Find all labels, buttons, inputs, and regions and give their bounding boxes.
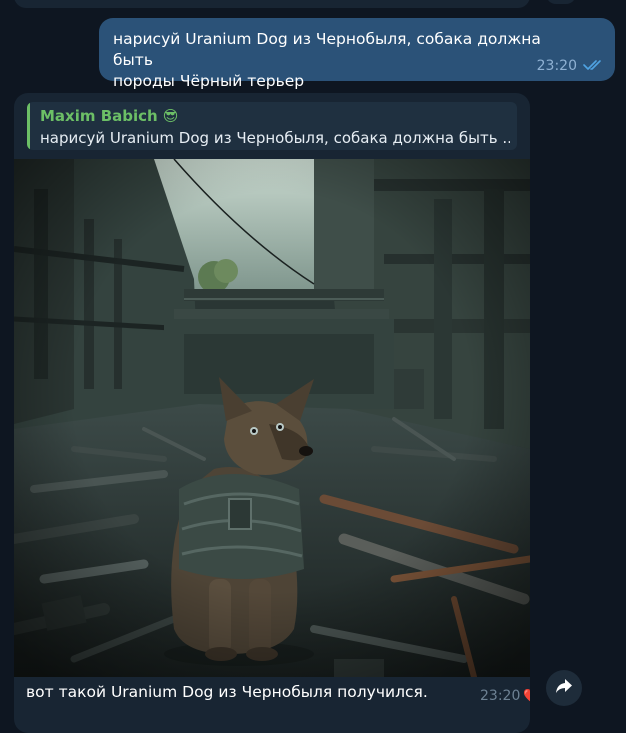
heart-reaction-icon[interactable]: ❤️ [523,689,530,704]
reply-accent-bar [27,102,30,150]
incoming-message-meta: 23:20 ❤️ [480,688,530,704]
outgoing-message-meta: 23:20 [537,56,605,75]
incoming-message[interactable]: Maxim Babich 😎 нарисуй Uranium Dog из Че… [14,93,530,733]
reply-author-name: Maxim Babich [40,107,158,125]
previous-message-bubble [14,0,530,8]
double-check-read-icon [583,56,605,75]
incoming-time: 23:20 [480,688,521,704]
message-caption: вот такой Uranium Dog из Чернобыля получ… [26,683,428,701]
sunglasses-emoji-icon: 😎 [162,107,179,125]
dog-image-illustration [14,159,530,677]
outgoing-time: 23:20 [536,57,577,74]
outgoing-text-line1: нарисуй Uranium Dog из Чернобыля, собака… [113,30,541,69]
generated-image[interactable] [14,159,530,677]
reply-quote[interactable]: Maxim Babich 😎 нарисуй Uranium Dog из Че… [27,102,517,150]
reply-text: нарисуй Uranium Dog из Чернобыля, собака… [40,129,510,147]
outgoing-text-line2: породы Чёрный терьер [113,72,305,90]
reply-author: Maxim Babich 😎 [40,107,178,125]
outgoing-message[interactable]: нарисуй Uranium Dog из Чернобыля, собака… [99,18,615,90]
previous-message-action [546,0,576,4]
outgoing-message-text: нарисуй Uranium Dog из Чернобыля, собака… [113,29,583,92]
forward-button[interactable] [546,670,582,706]
share-arrow-icon [555,678,573,698]
